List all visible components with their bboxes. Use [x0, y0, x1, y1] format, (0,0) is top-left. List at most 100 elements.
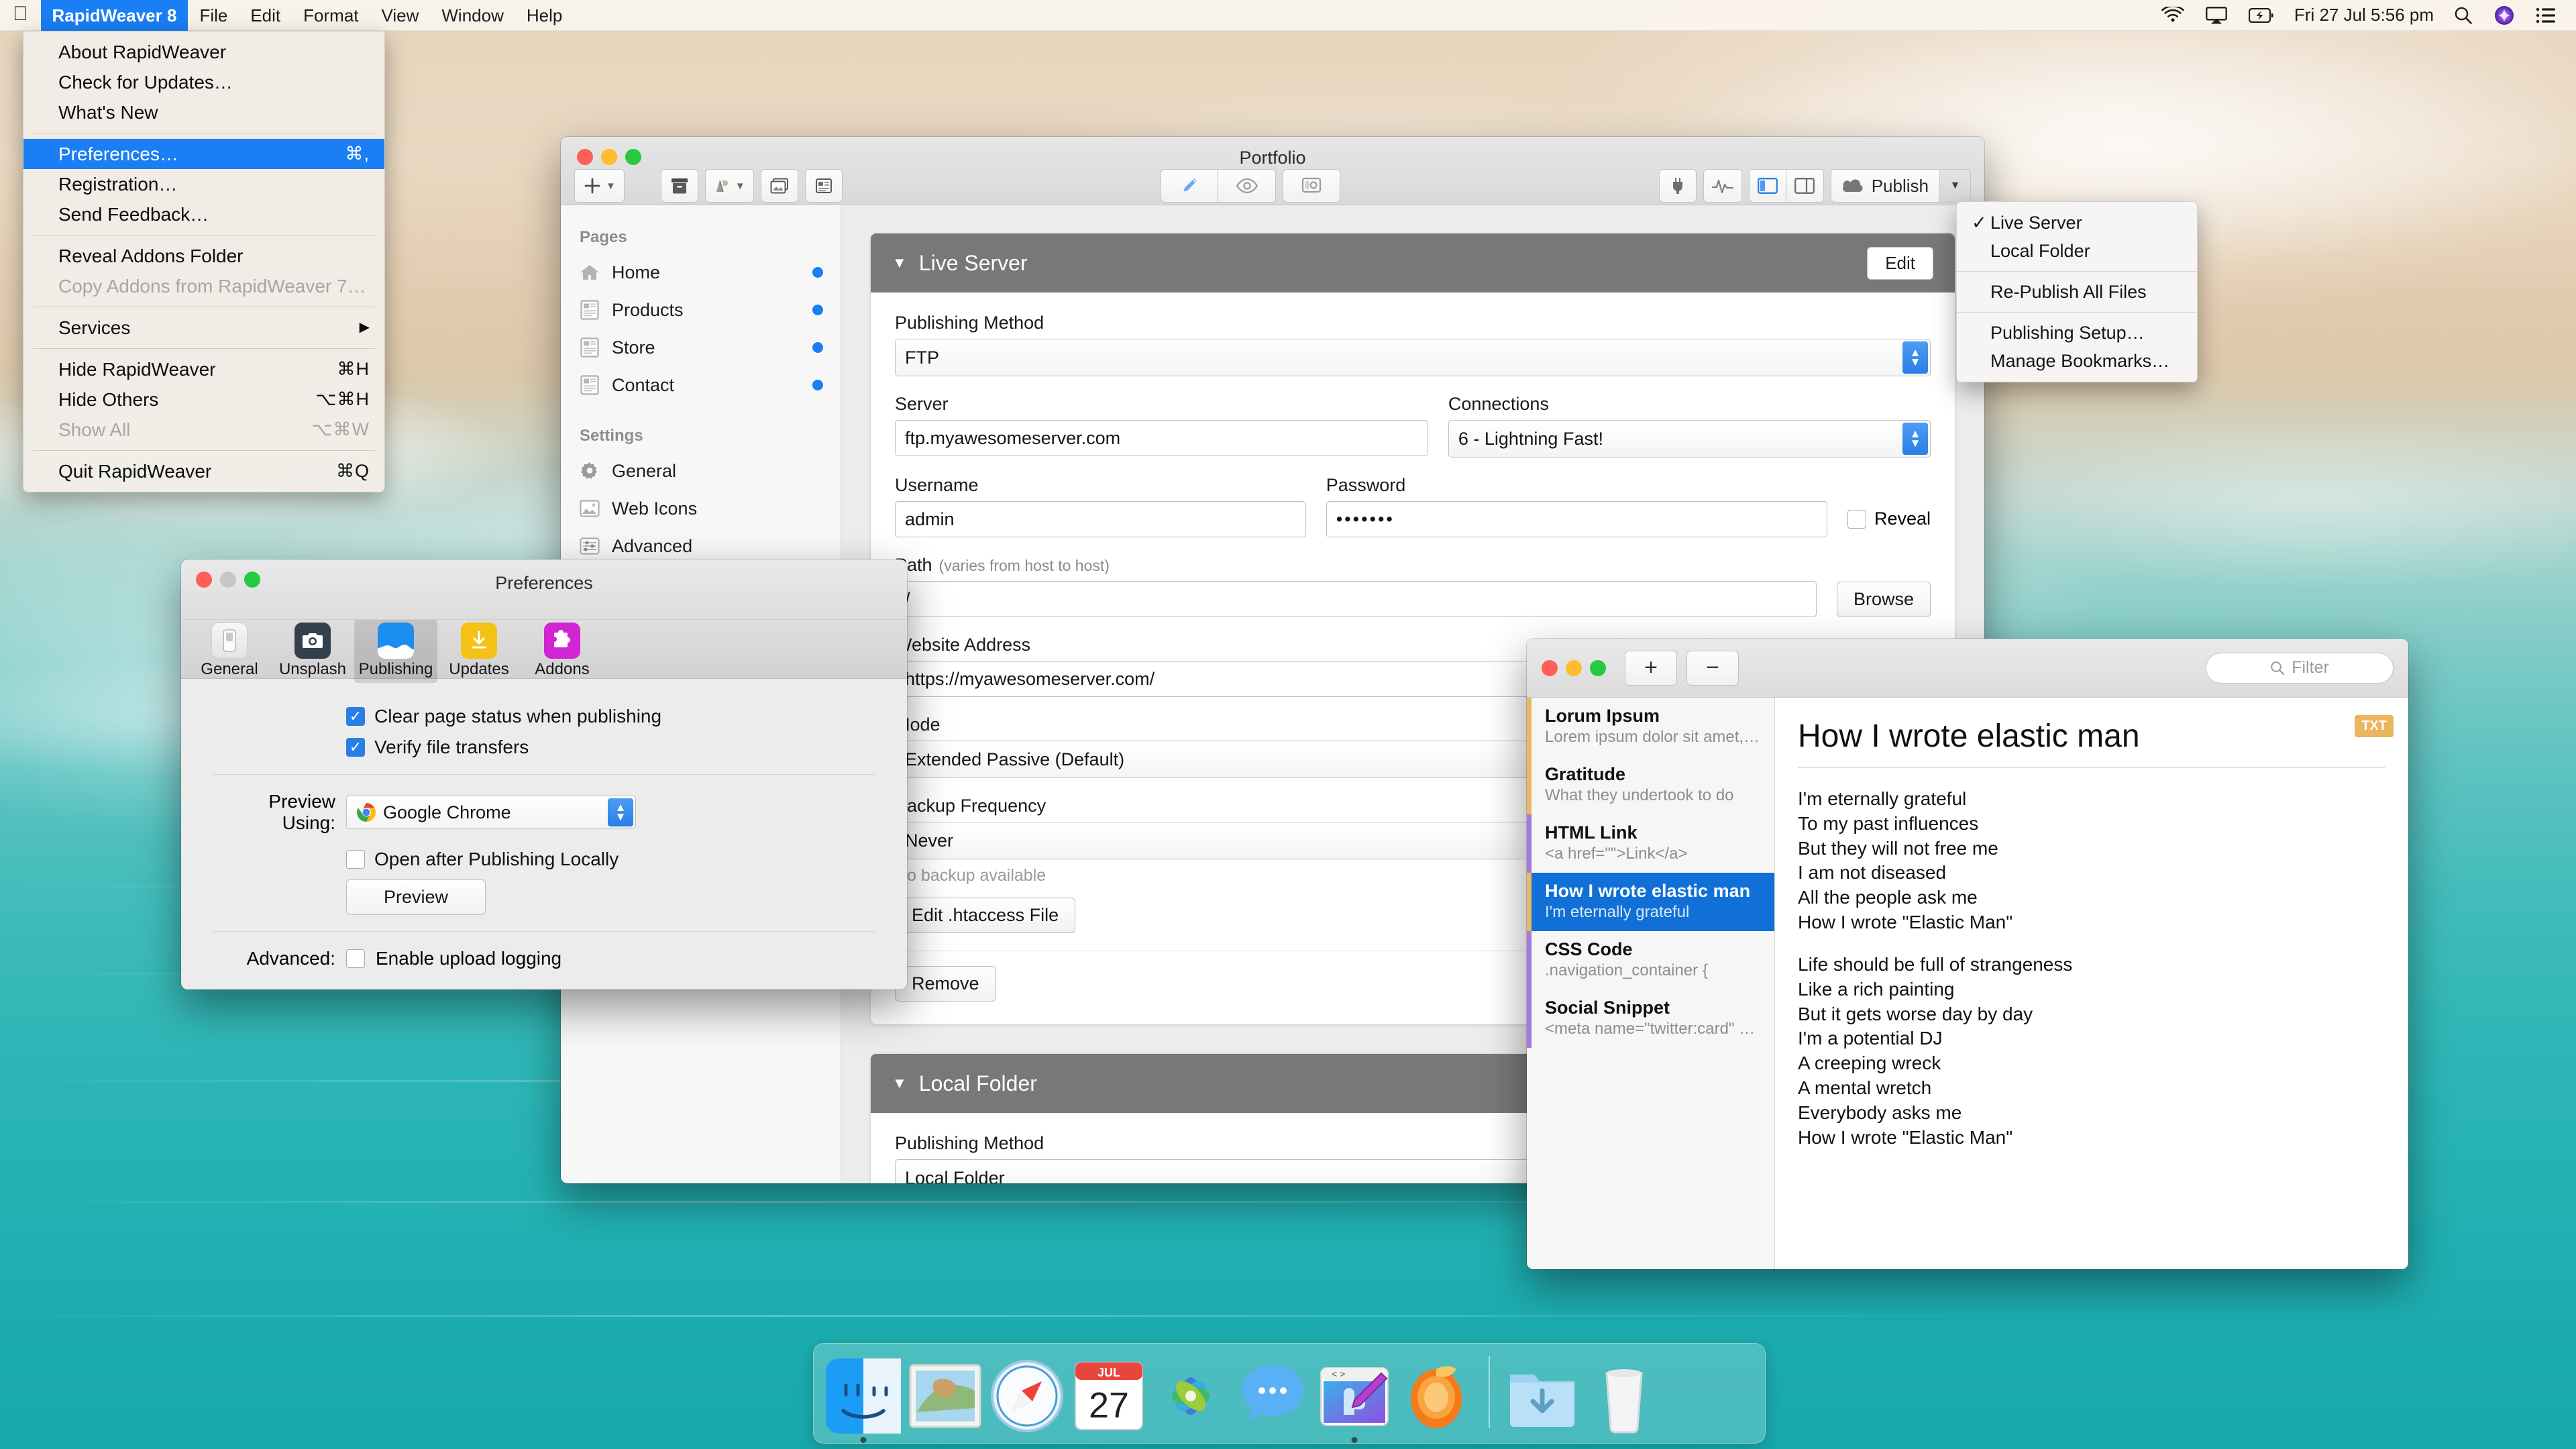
sidebar-item-web-icons[interactable]: Web Icons	[561, 490, 841, 527]
menu-app-name[interactable]: RapidWeaver 8	[41, 0, 189, 31]
add-snippet-button[interactable]: +	[1625, 651, 1677, 686]
menu-help[interactable]: Help	[515, 0, 574, 31]
wifi-icon[interactable]	[2151, 0, 2195, 31]
list-item[interactable]: HTML Link <a href="">Link</a>	[1527, 814, 1774, 873]
password-input[interactable]: •••••••	[1326, 501, 1827, 537]
menu-item-check-updates[interactable]: Check for Updates…	[23, 67, 384, 97]
upload-logging-checkbox[interactable]	[346, 949, 365, 968]
path-input[interactable]: /	[895, 581, 1817, 617]
preview-button[interactable]: Preview	[346, 879, 486, 915]
preview-mode-button[interactable]	[1218, 169, 1276, 203]
menu-item-services[interactable]: Services ▶	[23, 313, 384, 343]
archive-button[interactable]	[661, 169, 698, 203]
menu-view[interactable]: View	[370, 0, 431, 31]
menu-item-registration[interactable]: Registration…	[23, 169, 384, 199]
tab-unsplash[interactable]: Unsplash	[271, 620, 354, 683]
apple-logo-icon[interactable]: 	[0, 0, 41, 31]
menu-item-preferences[interactable]: Preferences… ⌘,	[23, 139, 384, 169]
sidebar-toggle-button[interactable]	[1749, 169, 1786, 203]
stepper-icon[interactable]: ▲▼	[608, 798, 633, 826]
simulator-button[interactable]	[1283, 169, 1340, 203]
clear-status-checkbox[interactable]: ✓	[346, 707, 365, 726]
publish-menu-item-setup[interactable]: Publishing Setup…	[1957, 319, 2197, 347]
publish-dropdown-menu[interactable]: ✓ Live Server Local Folder Re-Publish Al…	[1956, 201, 2198, 382]
panel-toggles[interactable]	[1749, 169, 1824, 203]
reveal-checkbox[interactable]	[1847, 510, 1866, 529]
sidebar-item-contact[interactable]: Contact	[561, 366, 841, 404]
tab-addons[interactable]: Addons	[521, 620, 604, 683]
preview-browser-select[interactable]: Google Chrome ▲▼	[346, 796, 636, 829]
menu-clock[interactable]: Fri 27 Jul 5:56 pm	[2285, 5, 2443, 25]
edit-htaccess-button[interactable]: Edit .htaccess File	[895, 898, 1075, 933]
publish-menu-item-republish[interactable]: Re-Publish All Files	[1957, 278, 2197, 306]
control-center-icon[interactable]	[2525, 0, 2567, 31]
publish-menu-item-local-folder[interactable]: Local Folder	[1957, 237, 2197, 265]
list-item[interactable]: Gratitude What they undertook to do	[1527, 756, 1774, 814]
menu-format[interactable]: Format	[292, 0, 370, 31]
search-icon[interactable]	[2443, 0, 2483, 31]
menu-file[interactable]: File	[188, 0, 239, 31]
sidebar-item-general[interactable]: General	[561, 452, 841, 490]
menu-item-about[interactable]: About RapidWeaver	[23, 37, 384, 67]
window-controls[interactable]	[1542, 660, 1606, 676]
health-button[interactable]	[1703, 169, 1742, 203]
battery-charging-icon[interactable]	[2238, 0, 2285, 31]
disclosure-triangle-icon[interactable]: ▼	[892, 254, 907, 272]
list-item-selected[interactable]: How I wrote elastic man I'm eternally gr…	[1527, 873, 1774, 931]
menu-window[interactable]: Window	[430, 0, 515, 31]
tab-updates[interactable]: Updates	[437, 620, 521, 683]
messages-icon[interactable]	[1235, 1358, 1310, 1434]
verify-transfers-checkbox[interactable]: ✓	[346, 738, 365, 757]
remove-snippet-button[interactable]: −	[1686, 651, 1739, 686]
tab-publishing[interactable]: Publishing	[354, 620, 437, 683]
live-server-header[interactable]: ▼ Live Server Edit	[871, 233, 1955, 292]
menu-item-send-feedback[interactable]: Send Feedback…	[23, 199, 384, 229]
downloads-folder-icon[interactable]	[1505, 1358, 1580, 1434]
menu-item-whats-new[interactable]: What's New	[23, 97, 384, 127]
photos-icon[interactable]	[1153, 1358, 1228, 1434]
open-after-checkbox[interactable]	[346, 850, 365, 869]
sidebar-item-home[interactable]: Home	[561, 254, 841, 291]
zoom-button[interactable]	[1590, 660, 1606, 676]
menu-item-quit[interactable]: Quit RapidWeaver ⌘Q	[23, 456, 384, 486]
minimize-button[interactable]	[1566, 660, 1582, 676]
publish-menu-item-live-server[interactable]: ✓ Live Server	[1957, 209, 2197, 237]
server-input[interactable]: ftp.myawesomeserver.com	[895, 420, 1428, 456]
publish-menu-item-bookmarks[interactable]: Manage Bookmarks…	[1957, 347, 2197, 375]
menu-item-reveal-addons[interactable]: Reveal Addons Folder	[23, 241, 384, 271]
menu-item-hide-app[interactable]: Hide RapidWeaver ⌘H	[23, 354, 384, 384]
assets-button[interactable]	[761, 169, 798, 203]
verify-transfers-row[interactable]: ✓ Verify file transfers	[213, 737, 875, 758]
inspector-toggle-button[interactable]	[1786, 169, 1824, 203]
snippets-list[interactable]: Lorum Ipsum Lorem ipsum dolor sit amet, …	[1527, 698, 1775, 1269]
menu-item-hide-others[interactable]: Hide Others ⌥⌘H	[23, 384, 384, 415]
page-inspector-button[interactable]	[805, 169, 843, 203]
username-input[interactable]: admin	[895, 501, 1306, 537]
finder-icon[interactable]	[826, 1358, 901, 1434]
calendar-icon[interactable]: JUL27	[1071, 1358, 1146, 1434]
pulp-icon[interactable]	[1399, 1358, 1474, 1434]
list-item[interactable]: CSS Code .navigation_container {	[1527, 931, 1774, 989]
list-item[interactable]: Social Snippet <meta name="twitter:card"…	[1527, 989, 1774, 1048]
mail-icon[interactable]	[908, 1358, 983, 1434]
clear-status-row[interactable]: ✓ Clear page status when publishing	[213, 706, 875, 727]
tab-general[interactable]: General	[188, 620, 271, 683]
disclosure-triangle-icon[interactable]: ▼	[892, 1075, 907, 1092]
publish-dropdown-button[interactable]: ▼	[1940, 169, 1971, 203]
menu-edit[interactable]: Edit	[239, 0, 292, 31]
filter-input[interactable]: Filter	[2206, 653, 2394, 684]
rapidweaver-icon[interactable]: < >	[1317, 1358, 1392, 1434]
app-menu-dropdown[interactable]: About RapidWeaver Check for Updates… Wha…	[23, 31, 385, 492]
edit-mode-button[interactable]	[1161, 169, 1218, 203]
add-page-button[interactable]: ▼	[574, 169, 625, 203]
browse-button[interactable]: Browse	[1837, 582, 1931, 617]
connections-select[interactable]: 6 - Lightning Fast! ▲▼	[1448, 420, 1931, 458]
list-item[interactable]: Lorum Ipsum Lorem ipsum dolor sit amet, …	[1527, 698, 1774, 756]
sidebar-item-store[interactable]: Store	[561, 329, 841, 366]
addons-button[interactable]	[1659, 169, 1697, 203]
publish-button[interactable]: Publish	[1831, 169, 1940, 203]
safari-icon[interactable]	[989, 1358, 1065, 1434]
close-button[interactable]	[1542, 660, 1558, 676]
stepper-icon[interactable]: ▲▼	[1902, 423, 1928, 455]
theme-button[interactable]: ▼	[705, 169, 754, 203]
